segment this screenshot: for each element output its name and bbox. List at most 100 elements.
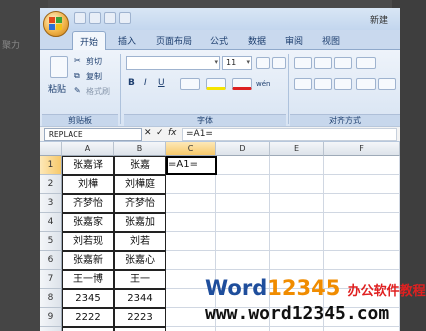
- cell-a1[interactable]: 张嘉译: [62, 156, 114, 175]
- cell-a3[interactable]: 齐梦怡: [62, 194, 114, 213]
- cell-d2[interactable]: [216, 175, 270, 194]
- borders-icon[interactable]: [180, 78, 200, 90]
- undo-icon[interactable]: [89, 12, 101, 24]
- cell-b10[interactable]: 333331: [114, 327, 166, 331]
- column-header-f[interactable]: F: [324, 142, 400, 156]
- cell-c5[interactable]: [166, 232, 216, 251]
- cell-b3[interactable]: 齐梦怡: [114, 194, 166, 213]
- copy-icon[interactable]: ⧉: [74, 71, 80, 81]
- cell-f1[interactable]: [324, 156, 400, 175]
- formula-input[interactable]: =A1=: [182, 128, 397, 141]
- office-button[interactable]: [43, 11, 69, 37]
- column-header-e[interactable]: E: [270, 142, 324, 156]
- cell-e6[interactable]: [270, 251, 324, 270]
- cancel-icon[interactable]: ✕: [144, 128, 152, 138]
- paste-icon[interactable]: [50, 56, 68, 78]
- cell-a7[interactable]: 王一博: [62, 270, 114, 289]
- tab-page-layout[interactable]: 页面布局: [156, 34, 192, 47]
- cell-f5[interactable]: [324, 232, 400, 251]
- align-top-icon[interactable]: [294, 57, 312, 69]
- cell-a10[interactable]: 333331: [62, 327, 114, 331]
- italic-button[interactable]: I: [144, 78, 147, 88]
- enter-icon[interactable]: ✓: [156, 128, 164, 138]
- increase-indent-icon[interactable]: [378, 78, 396, 90]
- column-header-a[interactable]: A: [62, 142, 114, 156]
- row-header-8[interactable]: 8: [40, 289, 62, 308]
- row-header-5[interactable]: 5: [40, 232, 62, 251]
- cell-d5[interactable]: [216, 232, 270, 251]
- column-header-b[interactable]: B: [114, 142, 166, 156]
- cell-b9[interactable]: 2223: [114, 308, 166, 327]
- cell-f6[interactable]: [324, 251, 400, 270]
- format-painter-icon[interactable]: ✎: [74, 86, 81, 95]
- paste-button[interactable]: 粘贴: [48, 82, 66, 95]
- tab-data[interactable]: 数据: [248, 34, 266, 47]
- cell-a9[interactable]: 2222: [62, 308, 114, 327]
- cut-button[interactable]: 剪切: [86, 56, 102, 67]
- cell-a2[interactable]: 刘樺: [62, 175, 114, 194]
- column-header-c[interactable]: C: [166, 142, 216, 156]
- save-icon[interactable]: [74, 12, 86, 24]
- cell-e2[interactable]: [270, 175, 324, 194]
- cell-b1[interactable]: 张嘉: [114, 156, 166, 175]
- align-left-icon[interactable]: [294, 78, 312, 90]
- cell-d6[interactable]: [216, 251, 270, 270]
- font-size-select[interactable]: 11 ▾: [222, 56, 252, 70]
- insert-function-button[interactable]: fx: [168, 128, 177, 138]
- cell-f3[interactable]: [324, 194, 400, 213]
- name-box[interactable]: REPLACE: [44, 128, 142, 141]
- row-header-9[interactable]: 9: [40, 308, 62, 327]
- cell-c6[interactable]: [166, 251, 216, 270]
- cell-a8[interactable]: 2345: [62, 289, 114, 308]
- cell-a4[interactable]: 张嘉家: [62, 213, 114, 232]
- row-header-1[interactable]: 1: [40, 156, 62, 175]
- cell-f4[interactable]: [324, 213, 400, 232]
- grow-font-icon[interactable]: [256, 57, 270, 69]
- cell-b5[interactable]: 刘若: [114, 232, 166, 251]
- align-bottom-icon[interactable]: [334, 57, 352, 69]
- cell-b6[interactable]: 张嘉心: [114, 251, 166, 270]
- cell-e3[interactable]: [270, 194, 324, 213]
- align-center-icon[interactable]: [314, 78, 332, 90]
- phonetic-button[interactable]: wén: [256, 80, 270, 88]
- tab-review[interactable]: 审阅: [285, 34, 303, 47]
- cell-d4[interactable]: [216, 213, 270, 232]
- font-name-select[interactable]: ▾: [126, 56, 220, 70]
- align-right-icon[interactable]: [334, 78, 352, 90]
- row-header-7[interactable]: 7: [40, 270, 62, 289]
- tab-insert[interactable]: 插入: [118, 34, 136, 47]
- cell-b2[interactable]: 刘樺庭: [114, 175, 166, 194]
- cut-icon[interactable]: ✂: [74, 56, 81, 65]
- cell-a6[interactable]: 张嘉新: [62, 251, 114, 270]
- cell-e5[interactable]: [270, 232, 324, 251]
- customize-qat-icon[interactable]: [119, 12, 131, 24]
- cell-b4[interactable]: 张嘉加: [114, 213, 166, 232]
- row-header-2[interactable]: 2: [40, 175, 62, 194]
- copy-button[interactable]: 复制: [86, 71, 102, 82]
- fill-color-icon[interactable]: [206, 78, 226, 90]
- select-all-corner[interactable]: [40, 142, 62, 156]
- row-header-3[interactable]: 3: [40, 194, 62, 213]
- tab-home[interactable]: 开始: [72, 31, 107, 51]
- cell-a5[interactable]: 刘若现: [62, 232, 114, 251]
- cell-f2[interactable]: [324, 175, 400, 194]
- cell-c4[interactable]: [166, 213, 216, 232]
- tab-formulas[interactable]: 公式: [210, 34, 228, 47]
- cell-d1[interactable]: [216, 156, 270, 175]
- redo-icon[interactable]: [104, 12, 116, 24]
- row-header-4[interactable]: 4: [40, 213, 62, 232]
- cell-e4[interactable]: [270, 213, 324, 232]
- row-header-10[interactable]: 10: [40, 327, 62, 331]
- cell-b8[interactable]: 2344: [114, 289, 166, 308]
- cell-c3[interactable]: [166, 194, 216, 213]
- format-painter-button[interactable]: 格式刷: [86, 86, 110, 97]
- cell-e1[interactable]: [270, 156, 324, 175]
- cell-c2[interactable]: [166, 175, 216, 194]
- underline-button[interactable]: U: [158, 78, 165, 88]
- align-middle-icon[interactable]: [314, 57, 332, 69]
- tab-view[interactable]: 视图: [322, 34, 340, 47]
- column-header-d[interactable]: D: [216, 142, 270, 156]
- bold-button[interactable]: B: [128, 78, 135, 88]
- row-header-6[interactable]: 6: [40, 251, 62, 270]
- font-color-icon[interactable]: [232, 78, 252, 90]
